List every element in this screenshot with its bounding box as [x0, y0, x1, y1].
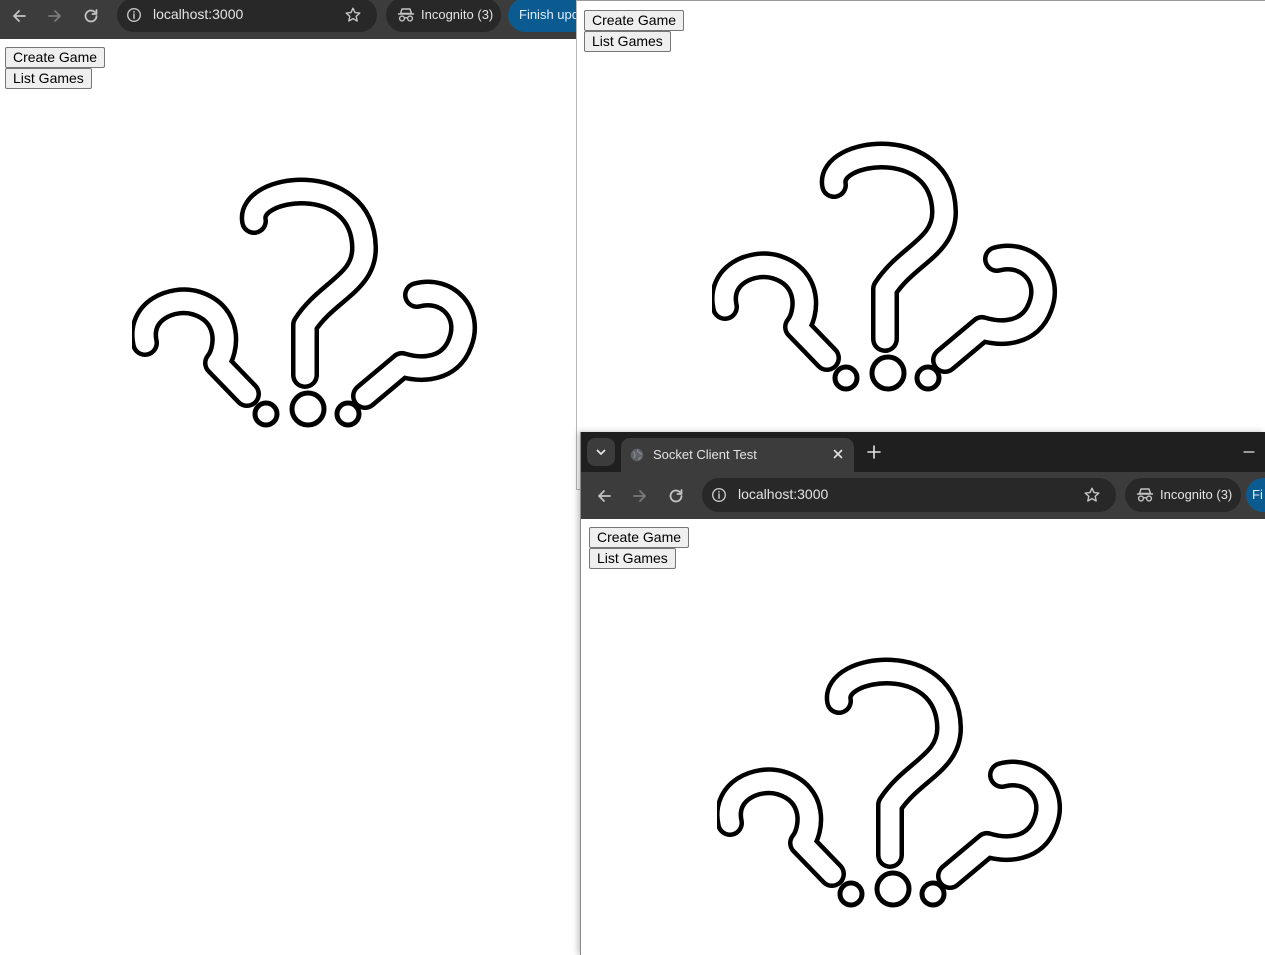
arrow-right-icon[interactable] — [630, 486, 650, 506]
reload-icon[interactable] — [666, 486, 686, 506]
create-game-button[interactable]: Create Game — [5, 47, 106, 68]
browser-window-left: localhost:3000 Incognito (3) Finish upda… — [0, 0, 580, 955]
minimize-icon[interactable] — [1239, 442, 1259, 462]
tab-title: Socket Client Test — [653, 447, 757, 462]
incognito-indicator[interactable]: Incognito (3) — [386, 0, 501, 32]
page-buttons: Create Game List Games — [5, 47, 106, 89]
info-icon[interactable] — [711, 487, 727, 503]
create-game-button[interactable]: Create Game — [589, 527, 690, 548]
star-icon[interactable] — [1083, 486, 1101, 504]
list-games-button[interactable]: List Games — [5, 68, 92, 89]
page-buttons: Create Game List Games — [589, 527, 690, 569]
create-game-button[interactable]: Create Game — [584, 10, 685, 31]
browser-window-top-right: Create Game List Games — [576, 0, 1265, 490]
incognito-label: Incognito (3) — [1160, 487, 1233, 502]
chevron-down-icon — [596, 449, 606, 455]
arrow-left-icon[interactable] — [9, 6, 29, 26]
address-bar[interactable]: localhost:3000 — [702, 478, 1116, 512]
question-marks-logo-icon — [712, 139, 1058, 401]
tab-strip: Socket Client Test — [581, 432, 1265, 472]
update-label: Finish upda — [519, 7, 580, 22]
info-icon[interactable] — [126, 7, 142, 23]
browser-toolbar: localhost:3000 Incognito (3) Fi — [581, 472, 1265, 519]
question-marks-logo-icon — [717, 655, 1063, 917]
reload-icon[interactable] — [81, 6, 101, 26]
page-buttons: Create Game List Games — [584, 10, 685, 52]
close-icon[interactable] — [830, 446, 846, 462]
update-button[interactable]: Fi — [1246, 478, 1265, 512]
question-marks-logo-icon — [132, 175, 478, 437]
incognito-indicator[interactable]: Incognito (3) — [1125, 478, 1241, 512]
tab-search-button[interactable] — [587, 438, 615, 466]
update-label: Fi — [1252, 487, 1263, 502]
globe-icon — [630, 448, 644, 462]
incognito-icon — [1136, 488, 1154, 502]
address-bar[interactable]: localhost:3000 — [117, 0, 377, 32]
browser-window-bottom-right: Socket Client Test localhost:3000 Incogn… — [580, 432, 1265, 955]
incognito-label: Incognito (3) — [421, 7, 494, 22]
plus-icon[interactable] — [864, 442, 884, 462]
address-text: localhost:3000 — [153, 6, 244, 22]
list-games-button[interactable]: List Games — [589, 548, 676, 569]
arrow-right-icon[interactable] — [45, 6, 65, 26]
list-games-button[interactable]: List Games — [584, 31, 671, 52]
star-icon[interactable] — [344, 6, 362, 24]
address-text: localhost:3000 — [738, 486, 829, 502]
incognito-icon — [397, 8, 415, 22]
browser-toolbar: localhost:3000 Incognito (3) Finish upda — [0, 0, 580, 39]
update-button[interactable]: Finish upda — [508, 0, 580, 32]
tab-socket-client-test[interactable]: Socket Client Test — [621, 438, 854, 472]
arrow-left-icon[interactable] — [594, 486, 614, 506]
